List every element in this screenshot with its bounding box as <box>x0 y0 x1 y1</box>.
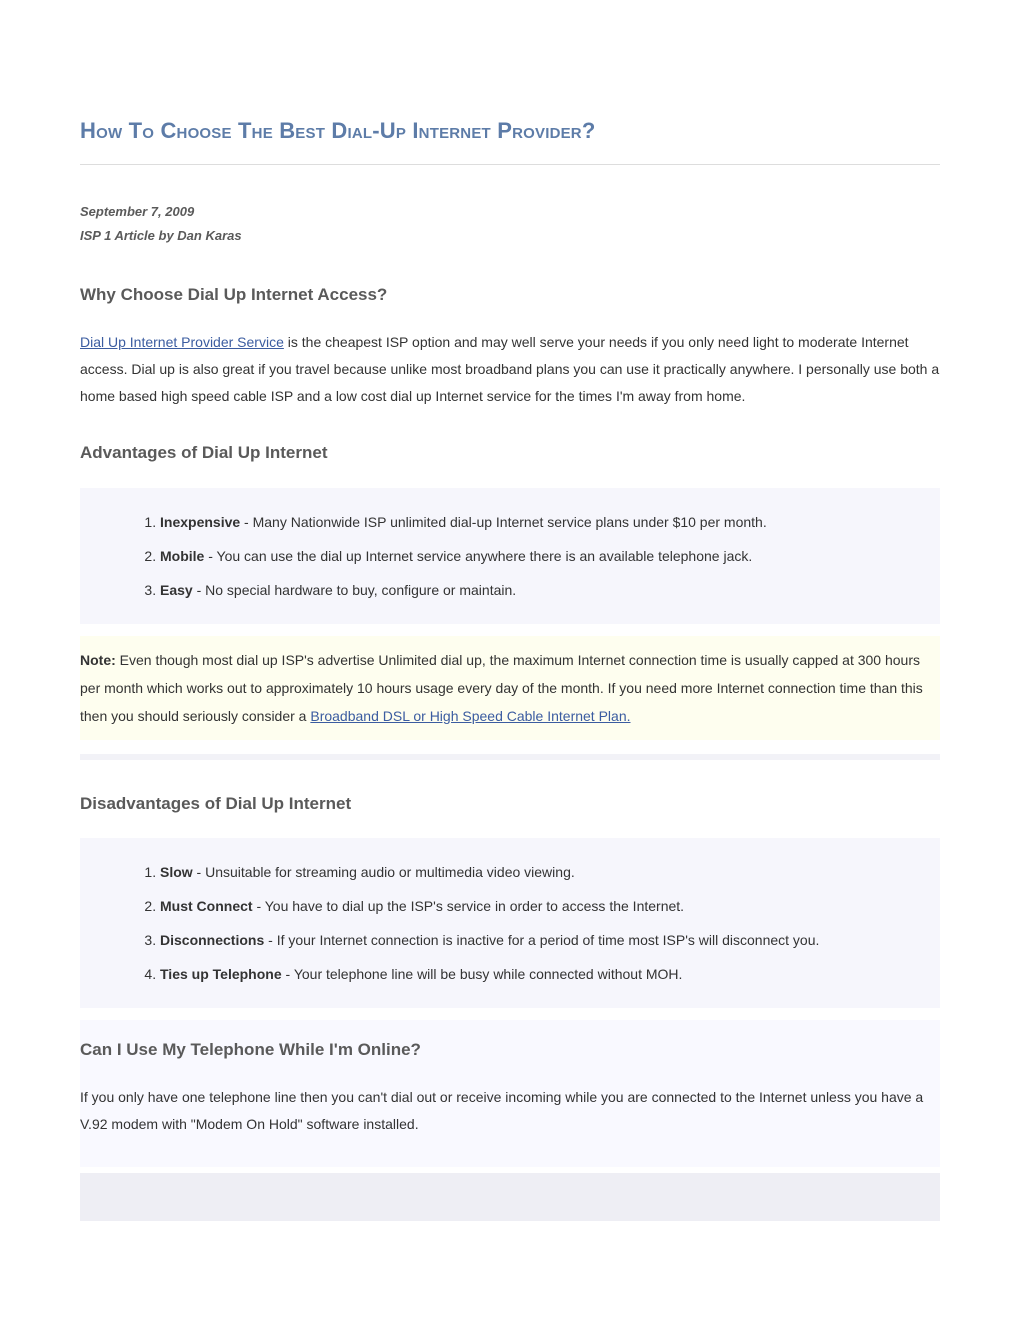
footer-bar <box>80 1173 940 1221</box>
list-item-label: Must Connect <box>160 898 253 914</box>
list-item-text: - No special hardware to buy, configure … <box>193 582 516 598</box>
link-dialup-provider-service[interactable]: Dial Up Internet Provider Service <box>80 334 284 350</box>
list-item-text: - Many Nationwide ISP unlimited dial-up … <box>240 514 767 530</box>
list-item-label: Disconnections <box>160 932 264 948</box>
heading-why-choose: Why Choose Dial Up Internet Access? <box>80 279 940 311</box>
article-date: September 7, 2009 <box>80 200 940 225</box>
disadvantages-list: Slow - Unsuitable for streaming audio or… <box>160 858 920 988</box>
list-item: Mobile - You can use the dial up Interne… <box>160 542 920 570</box>
disadvantages-list-box: Slow - Unsuitable for streaming audio or… <box>80 838 940 1008</box>
list-item-text: - Unsuitable for streaming audio or mult… <box>193 864 575 880</box>
article-meta: September 7, 2009 ISP 1 Article by Dan K… <box>80 200 940 249</box>
list-item: Disconnections - If your Internet connec… <box>160 926 920 954</box>
article-byline: ISP 1 Article by Dan Karas <box>80 224 940 249</box>
title-divider <box>80 164 940 165</box>
list-item: Slow - Unsuitable for streaming audio or… <box>160 858 920 886</box>
link-broadband-plan[interactable]: Broadband DSL or High Speed Cable Intern… <box>310 708 630 724</box>
list-item-label: Slow <box>160 864 193 880</box>
heading-disadvantages: Disadvantages of Dial Up Internet <box>80 788 940 820</box>
list-item-label: Easy <box>160 582 193 598</box>
list-item-text: - You have to dial up the ISP's service … <box>253 898 684 914</box>
list-item-text: - If your Internet connection is inactiv… <box>264 932 819 948</box>
paragraph-why-choose: Dial Up Internet Provider Service is the… <box>80 329 940 409</box>
heading-telephone: Can I Use My Telephone While I'm Online? <box>80 1034 940 1066</box>
advantages-list-box: Inexpensive - Many Nationwide ISP unlimi… <box>80 488 940 624</box>
page-title: How To Choose The Best Dial-Up Internet … <box>80 110 940 152</box>
list-item: Ties up Telephone - Your telephone line … <box>160 960 920 988</box>
list-item-label: Mobile <box>160 548 204 564</box>
list-item-text: - Your telephone line will be busy while… <box>282 966 683 982</box>
list-item: Must Connect - You have to dial up the I… <box>160 892 920 920</box>
heading-advantages: Advantages of Dial Up Internet <box>80 437 940 469</box>
list-item-text: - You can use the dial up Internet servi… <box>204 548 752 564</box>
article-container: How To Choose The Best Dial-Up Internet … <box>0 0 1020 1261</box>
note-label: Note: <box>80 652 116 668</box>
list-item-label: Inexpensive <box>160 514 240 530</box>
paragraph-telephone: If you only have one telephone line then… <box>80 1084 940 1137</box>
list-item: Easy - No special hardware to buy, confi… <box>160 576 920 604</box>
list-item-label: Ties up Telephone <box>160 966 282 982</box>
list-item: Inexpensive - Many Nationwide ISP unlimi… <box>160 508 920 536</box>
advantages-list: Inexpensive - Many Nationwide ISP unlimi… <box>160 508 920 604</box>
divider-bar <box>80 754 940 760</box>
telephone-section-block: Can I Use My Telephone While I'm Online?… <box>80 1020 940 1167</box>
note-box: Note: Even though most dial up ISP's adv… <box>80 636 940 740</box>
